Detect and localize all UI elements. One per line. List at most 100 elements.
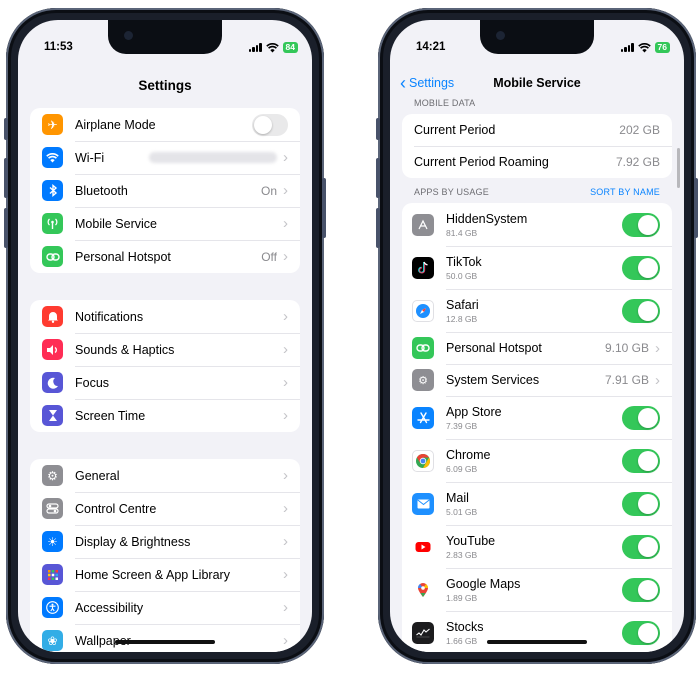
row-label: Current Period Roaming — [414, 155, 549, 169]
chevron-right-icon: › — [655, 339, 660, 357]
app-name: Google Maps — [446, 576, 521, 591]
chevron-right-icon: › — [283, 566, 288, 583]
settings-row-display-brightness[interactable]: ☀ Display & Brightness › — [30, 525, 300, 558]
notch — [480, 20, 594, 54]
signal-icon — [620, 43, 634, 52]
volume-down-button — [4, 208, 8, 248]
bluetooth-icon — [42, 180, 63, 201]
app-usage: 5.01 GB — [446, 506, 478, 517]
notch — [108, 20, 222, 54]
app-row-personal-hotspot[interactable]: Personal Hotspot 9.10 GB › — [402, 332, 672, 364]
apps-usage-list: HiddenSystem 81.4 GB TikTok 50.0 GB Safa… — [402, 203, 672, 652]
row-label: Focus — [75, 375, 110, 390]
settings-row-mobile-service[interactable]: Mobile Service › — [30, 207, 300, 240]
row-label: Current Period — [414, 123, 496, 137]
settings-row-notifications[interactable]: Notifications › — [30, 300, 300, 333]
app-data-toggle[interactable] — [622, 405, 660, 430]
app-data-toggle[interactable] — [622, 534, 660, 559]
row-label: Personal Hotspot — [75, 249, 171, 264]
settings-row-sounds-haptics[interactable]: Sounds & Haptics › — [30, 333, 300, 366]
app-row-hiddensystem: HiddenSystem 81.4 GB — [402, 203, 672, 246]
chrome-icon — [412, 449, 434, 472]
app-row-safari: Safari 12.8 GB — [402, 289, 672, 332]
app-row-google-maps: Google Maps 1.89 GB — [402, 568, 672, 611]
app-row-stocks: Stocks 1.66 GB — [402, 611, 672, 652]
app-row-youtube: YouTube 2.83 GB — [402, 525, 672, 568]
app-data-toggle[interactable] — [622, 212, 660, 237]
row-label: Control Centre — [75, 501, 157, 516]
app-data-toggle[interactable] — [622, 620, 660, 645]
airplane-icon: ✈ — [42, 114, 63, 135]
app-usage: 7.39 GB — [446, 420, 478, 431]
settings-row-wallpaper[interactable]: ❀ Wallpaper › — [30, 624, 300, 652]
app-data-toggle[interactable] — [622, 577, 660, 602]
wifi-status-icon — [637, 42, 651, 52]
sort-by-name-button[interactable]: SORT BY NAME — [590, 187, 660, 197]
app-data-toggle[interactable] — [622, 255, 660, 280]
side-button — [694, 178, 698, 238]
app-row-system-services[interactable]: ⚙ System Services 7.91 GB › — [402, 364, 672, 396]
app-data-toggle[interactable] — [622, 298, 660, 323]
scrollbar[interactable] — [677, 148, 680, 188]
hourglass-icon — [42, 405, 63, 426]
app-usage: 1.89 GB — [446, 592, 478, 603]
sun-icon: ☀ — [42, 531, 63, 552]
settings-row-accessibility[interactable]: Accessibility › — [30, 591, 300, 624]
settings-row-bluetooth[interactable]: Bluetooth On › — [30, 174, 300, 207]
speaker-icon — [42, 339, 63, 360]
chevron-right-icon: › — [283, 374, 288, 391]
settings-row-control-centre[interactable]: Control Centre › — [30, 492, 300, 525]
mute-switch — [4, 118, 8, 140]
app-usage: 12.8 GB — [446, 313, 478, 324]
settings-row-home-screen[interactable]: Home Screen & App Library › — [30, 558, 300, 591]
airplane-mode-toggle[interactable] — [252, 113, 288, 136]
chevron-right-icon: › — [283, 533, 288, 550]
row-label: Notifications — [75, 309, 144, 324]
app-usage: 7.91 GB — [604, 373, 649, 387]
switches-icon — [42, 498, 63, 519]
chevron-right-icon: › — [283, 407, 288, 424]
appstore-icon — [412, 406, 434, 429]
wifi-status-icon — [265, 42, 279, 52]
row-value: On — [260, 183, 277, 198]
app-name: App Store — [446, 404, 502, 419]
chevron-right-icon: › — [283, 215, 288, 232]
mobile-data-group: Current Period 202 GB Current Period Roa… — [402, 114, 672, 178]
settings-group-connectivity: ✈ Airplane Mode Wi-Fi › Bluetooth On › M… — [30, 108, 300, 273]
settings-row-airplane-mode[interactable]: ✈ Airplane Mode — [30, 108, 300, 141]
battery-icon: 76 — [654, 42, 670, 53]
home-indicator[interactable] — [487, 640, 587, 644]
app-data-toggle[interactable] — [622, 491, 660, 516]
app-name: Mail — [446, 490, 469, 505]
left-phone: 11:53 84 Settings ✈ Airplane Mode Wi-Fi … — [4, 8, 326, 664]
app-name: System Services — [446, 373, 540, 387]
row-label: General — [75, 468, 120, 483]
blurred-network-name — [149, 152, 277, 163]
accessibility-icon — [42, 597, 63, 618]
map-pin-icon — [412, 578, 434, 601]
row-value: Off — [261, 249, 277, 264]
row-value: 7.92 GB — [615, 155, 660, 169]
home-indicator[interactable] — [115, 640, 215, 644]
chevron-right-icon: › — [283, 182, 288, 199]
settings-group-general: ⚙ General › Control Centre › ☀ Display &… — [30, 459, 300, 652]
grid-icon — [42, 564, 63, 585]
volume-up-button — [376, 158, 380, 198]
row-label: Mobile Service — [75, 216, 157, 231]
app-usage: 9.10 GB — [604, 341, 649, 355]
chevron-right-icon: › — [283, 500, 288, 517]
settings-group-notifications: Notifications › Sounds & Haptics › Focus… — [30, 300, 300, 432]
app-data-toggle[interactable] — [622, 448, 660, 473]
settings-row-screen-time[interactable]: Screen Time › — [30, 399, 300, 432]
row-value: 202 GB — [619, 123, 660, 137]
app-name: TikTok — [446, 254, 482, 269]
row-label: Screen Time — [75, 408, 146, 423]
settings-row-wifi[interactable]: Wi-Fi › — [30, 141, 300, 174]
settings-row-general[interactable]: ⚙ General › — [30, 459, 300, 492]
gear-icon: ⚙ — [412, 369, 434, 391]
side-button — [322, 178, 326, 238]
settings-row-focus[interactable]: Focus › — [30, 366, 300, 399]
page-title: Mobile Service — [493, 76, 581, 90]
row-label: Home Screen & App Library — [75, 567, 230, 582]
settings-row-personal-hotspot[interactable]: Personal Hotspot Off › — [30, 240, 300, 273]
